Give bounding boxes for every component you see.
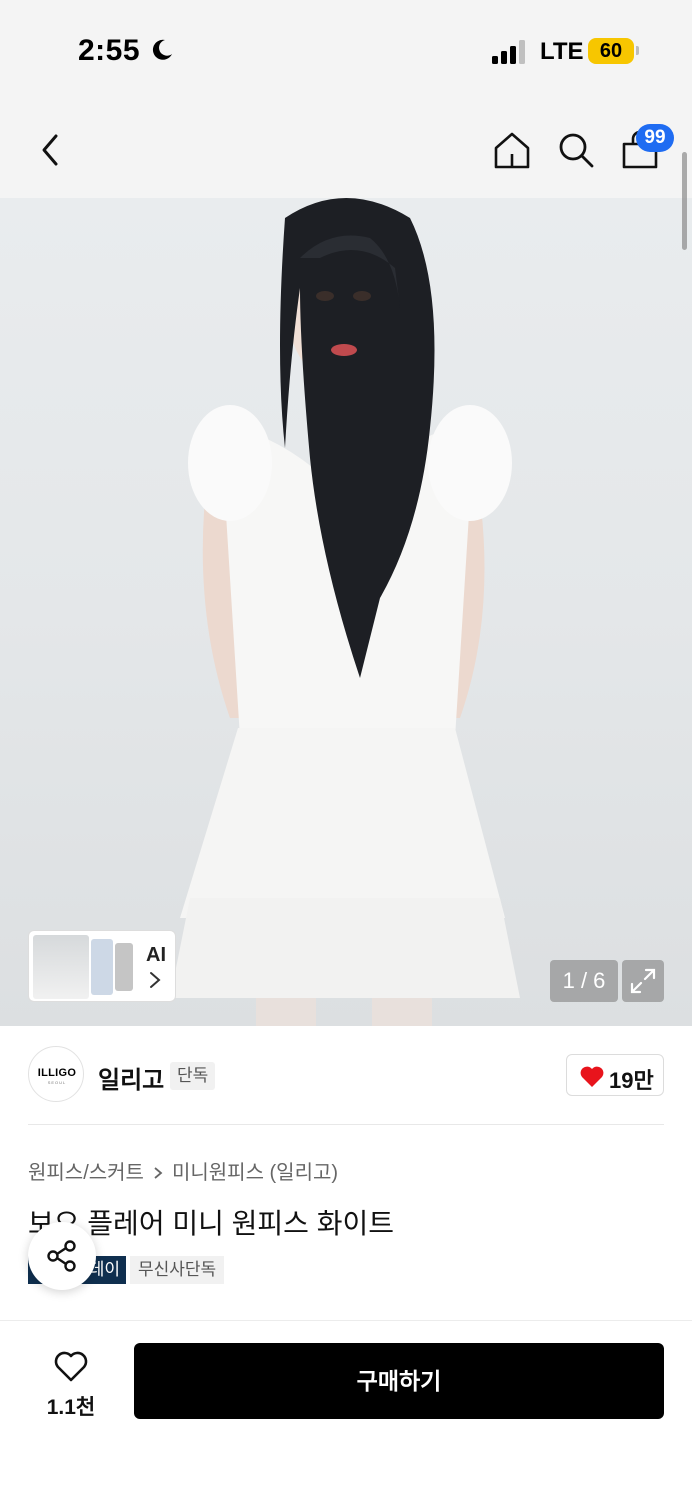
chevron-right-icon (154, 1167, 163, 1179)
top-nav: 99 (0, 100, 692, 198)
brand-logo-subtext: SEOUL (47, 1080, 67, 1085)
heart-filled-icon (580, 1066, 604, 1087)
back-arrow-icon[interactable] (36, 132, 66, 168)
battery-tip (636, 46, 639, 55)
breadcrumb-subcategory[interactable]: 미니원피스 (일리고) (172, 1162, 338, 1184)
wishlist-count: 1.1천 (46, 1396, 96, 1419)
brand-like-count: 19만 (609, 1068, 654, 1093)
thumbnail-1[interactable] (33, 935, 89, 999)
breadcrumb-category[interactable]: 원피스/스커트 (28, 1162, 144, 1184)
search-icon[interactable] (556, 130, 596, 170)
home-icon[interactable] (492, 130, 532, 170)
bottom-action-bar: 1.1천 구매하기 (0, 1320, 692, 1500)
product-image-gallery[interactable]: AI 1 / 6 (0, 198, 692, 1026)
wishlist-button[interactable]: 1.1천 (40, 1345, 102, 1419)
status-bar: 2:55 LTE 60 (0, 0, 692, 100)
brand-logo-text: ILLIGO (37, 1067, 77, 1079)
product-photo (170, 198, 520, 1026)
share-icon (47, 1240, 76, 1272)
network-type: LTE (540, 38, 584, 65)
image-page-counter: 1 / 6 (550, 960, 618, 1002)
battery-icon: 60 (588, 38, 634, 64)
exclusive-tag: 단독 (170, 1062, 216, 1090)
thumbnail-2[interactable] (91, 939, 113, 995)
expand-image-button[interactable] (622, 960, 664, 1002)
category-breadcrumb: 원피스/스커트 미니원피스 (일리고) (28, 1156, 338, 1185)
cart-count-badge: 99 (636, 124, 674, 152)
chevron-right-icon[interactable] (146, 970, 164, 990)
product-tag: 무신사단독 (130, 1256, 225, 1284)
moon-icon (152, 39, 172, 60)
scrollbar[interactable] (682, 152, 687, 250)
status-time: 2:55 (78, 34, 141, 67)
divider (28, 1124, 664, 1125)
brand-like-button[interactable]: 19만 (566, 1054, 664, 1096)
heart-outline-icon (54, 1351, 88, 1382)
signal-icon (492, 40, 525, 64)
share-button[interactable] (28, 1222, 96, 1290)
thumbnail-3[interactable] (115, 943, 133, 991)
ai-label[interactable]: AI (146, 944, 166, 967)
buy-button[interactable]: 구매하기 (134, 1343, 664, 1419)
expand-icon (630, 968, 656, 994)
brand-name[interactable]: 일리고 (98, 1060, 164, 1095)
brand-logo[interactable]: ILLIGO SEOUL (28, 1046, 84, 1102)
